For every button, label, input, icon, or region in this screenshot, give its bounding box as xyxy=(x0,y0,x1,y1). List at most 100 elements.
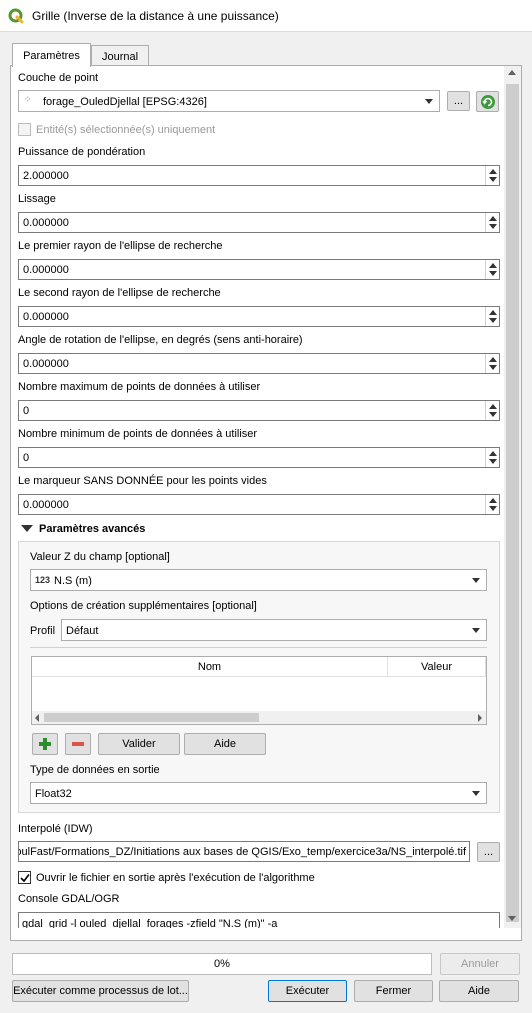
spin-up-icon[interactable] xyxy=(489,451,497,456)
angle-label: Angle de rotation de l'ellipse, en degré… xyxy=(18,334,303,346)
tab-label: Paramètres xyxy=(23,49,80,62)
spin-arrows[interactable] xyxy=(485,166,499,185)
radius1-spinbox[interactable]: 0.000000 xyxy=(18,259,500,280)
iterate-button[interactable] xyxy=(476,91,499,112)
spin-down-icon[interactable] xyxy=(489,459,497,464)
qgis-logo-icon xyxy=(8,8,24,24)
cancel-label: Annuler xyxy=(461,958,499,970)
scroll-up-icon[interactable] xyxy=(508,70,516,75)
console-value: gdal_grid -l ouled_djellal_forages -zfie… xyxy=(22,918,278,928)
run-label: Exécuter xyxy=(285,985,330,997)
header-name-label: Nom xyxy=(197,660,222,673)
profile-combo[interactable]: Défaut xyxy=(61,619,487,641)
column-header-name[interactable]: Nom xyxy=(32,657,388,677)
spin-arrows[interactable] xyxy=(485,307,499,326)
spin-up-icon[interactable] xyxy=(489,404,497,409)
interp-output-field[interactable]: MoulFast/Formations_DZ/Initiations aux b… xyxy=(18,841,470,862)
spin-arrows[interactable] xyxy=(485,213,499,232)
scroll-thumb[interactable] xyxy=(44,713,259,722)
spin-down-icon[interactable] xyxy=(489,365,497,370)
options-help-button[interactable]: Aide xyxy=(184,733,266,755)
numeric-field-icon: 123 xyxy=(35,575,51,585)
minus-icon xyxy=(72,742,84,746)
spin-down-icon[interactable] xyxy=(489,412,497,417)
spin-down-icon[interactable] xyxy=(489,177,497,182)
max-points-spinbox[interactable]: 0 xyxy=(18,400,500,421)
radius2-label: Le second rayon de l'ellipse de recherch… xyxy=(18,287,221,299)
window-title: Grille (Inverse de la distance à une pui… xyxy=(32,9,279,23)
validate-button[interactable]: Valider xyxy=(98,733,180,755)
smoothing-spinbox[interactable]: 0.000000 xyxy=(18,212,500,233)
add-option-button[interactable] xyxy=(32,733,58,755)
spin-arrows[interactable] xyxy=(485,401,499,420)
run-button[interactable]: Exécuter xyxy=(268,980,347,1002)
spin-arrows[interactable] xyxy=(485,448,499,467)
spin-arrows[interactable] xyxy=(485,495,499,514)
batch-button[interactable]: Exécuter comme processus de lot... xyxy=(12,980,189,1002)
console-textarea[interactable]: gdal_grid -l ouled_djellal_forages -zfie… xyxy=(18,912,500,928)
interp-output-value: MoulFast/Formations_DZ/Initiations aux b… xyxy=(18,846,466,858)
options-help-label: Aide xyxy=(213,738,237,750)
tab-journal[interactable]: Journal xyxy=(91,45,149,67)
console-label: Console GDAL/OGR xyxy=(18,893,120,905)
horizontal-scrollbar[interactable] xyxy=(32,711,486,724)
spin-arrows[interactable] xyxy=(485,260,499,279)
spin-up-icon[interactable] xyxy=(489,263,497,268)
angle-value: 0.000000 xyxy=(23,358,69,370)
checkmark-icon xyxy=(20,874,30,883)
spin-up-icon[interactable] xyxy=(489,498,497,503)
point-layer-label: Couche de point xyxy=(18,72,99,84)
profile-label: Profil xyxy=(30,625,56,637)
power-spinbox[interactable]: 2.000000 xyxy=(18,165,500,186)
z-field-label: Valeur Z du champ [optional] xyxy=(30,551,170,563)
open-after-checkbox[interactable] xyxy=(18,871,31,884)
title-bar: Grille (Inverse de la distance à une pui… xyxy=(0,0,532,32)
output-type-combo[interactable]: Float32 xyxy=(30,782,487,804)
advanced-header[interactable]: Paramètres avancés xyxy=(39,523,145,535)
selected-only-checkbox[interactable] xyxy=(18,123,31,136)
options-table[interactable]: Nom Valeur xyxy=(31,656,487,725)
help-button[interactable]: Aide xyxy=(439,980,519,1002)
radius2-spinbox[interactable]: 0.000000 xyxy=(18,306,500,327)
remove-option-button[interactable] xyxy=(65,733,91,755)
vertical-scrollbar[interactable] xyxy=(504,66,521,928)
smoothing-value: 0.000000 xyxy=(23,217,69,229)
scroll-left-icon[interactable] xyxy=(35,714,39,722)
spin-down-icon[interactable] xyxy=(489,271,497,276)
radius1-label: Le premier rayon de l'ellipse de recherc… xyxy=(18,240,223,252)
scroll-thumb[interactable] xyxy=(506,84,519,922)
collapse-triangle-icon[interactable] xyxy=(21,525,33,532)
min-points-spinbox[interactable]: 0 xyxy=(18,447,500,468)
close-button[interactable]: Fermer xyxy=(354,980,433,1002)
point-layer-combo[interactable]: ⁘ forage_OuledDjellal [EPSG:4326] xyxy=(18,90,440,112)
refresh-icon xyxy=(480,94,495,109)
z-field-combo[interactable]: 123 N.S (m) xyxy=(30,569,487,591)
spin-down-icon[interactable] xyxy=(489,318,497,323)
browse-label: ... xyxy=(453,95,464,107)
spin-down-icon[interactable] xyxy=(489,224,497,229)
column-header-value[interactable]: Valeur xyxy=(388,657,486,677)
progress-bar: 0% xyxy=(12,953,432,975)
angle-spinbox[interactable]: 0.000000 xyxy=(18,353,500,374)
chevron-down-icon xyxy=(472,628,480,633)
point-layer-browse-button[interactable]: ... xyxy=(447,91,470,111)
scroll-right-icon[interactable] xyxy=(478,714,482,722)
spin-up-icon[interactable] xyxy=(489,357,497,362)
smoothing-label: Lissage xyxy=(18,193,56,205)
creation-options-label: Options de création supplémentaires [opt… xyxy=(30,600,257,612)
spin-arrows[interactable] xyxy=(485,354,499,373)
nodata-value: 0.000000 xyxy=(23,499,69,511)
power-value: 2.000000 xyxy=(23,170,69,182)
spin-up-icon[interactable] xyxy=(489,310,497,315)
nodata-spinbox[interactable]: 0.000000 xyxy=(18,494,500,515)
spin-up-icon[interactable] xyxy=(489,216,497,221)
tab-parametres[interactable]: Paramètres xyxy=(12,43,91,67)
scroll-down-icon[interactable] xyxy=(508,916,516,921)
output-browse-button[interactable]: ... xyxy=(477,842,500,862)
spin-up-icon[interactable] xyxy=(489,169,497,174)
close-label: Fermer xyxy=(375,985,412,997)
spin-down-icon[interactable] xyxy=(489,506,497,511)
max-points-value: 0 xyxy=(23,405,30,417)
cancel-button[interactable]: Annuler xyxy=(440,953,520,975)
selected-only-label: Entité(s) sélectionnée(s) uniquement xyxy=(36,124,216,136)
